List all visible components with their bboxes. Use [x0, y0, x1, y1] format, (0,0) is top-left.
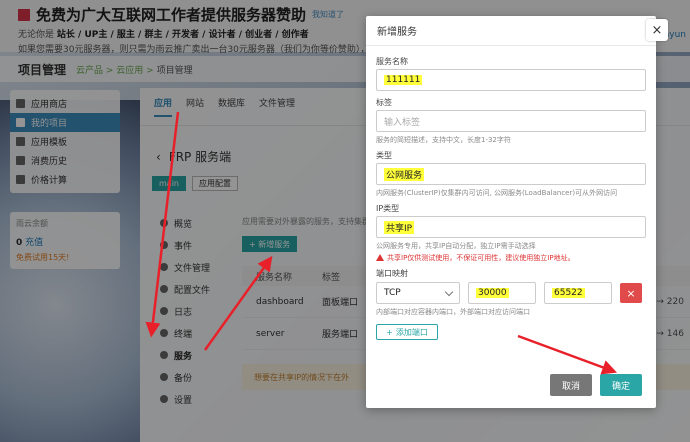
add-port-label: 添加端口: [395, 327, 428, 337]
ip-type-label: IP类型: [376, 204, 400, 213]
cancel-button[interactable]: 取消: [550, 374, 592, 396]
close-icon[interactable]: ×: [646, 19, 668, 41]
dialog-title: 新增服务: [366, 16, 656, 46]
port-mapping-label: 端口映射: [376, 269, 408, 278]
tag-help: 服务的简短描述，支持中文，长度1-32字符: [376, 136, 511, 144]
chevron-down-icon: [444, 287, 454, 296]
ip-type-select[interactable]: 共享IP: [376, 216, 646, 238]
external-port-value: 65522: [552, 288, 585, 298]
plus-icon: +: [386, 327, 393, 337]
tag-label: 标签: [376, 98, 392, 107]
dialog-body: 服务名称 111111 标签 输入标签 服务的简短描述，支持中文，长度1-32字…: [366, 46, 656, 340]
service-name-input[interactable]: 111111: [376, 69, 646, 91]
ip-type-help: 公网服务专用，共享IP自动分配，独立IP需手动选择: [376, 242, 536, 250]
type-help: 内网服务(ClusterIP)仅集群内可访问, 公网服务(LoadBalance…: [376, 189, 618, 197]
ip-type-warning-text: 共享IP仅供测试使用，不保证可用性，建议使用独立IP地址。: [387, 253, 575, 262]
protocol-value: TCP: [384, 288, 401, 298]
type-label: 类型: [376, 151, 392, 160]
port-mapping-row: TCP 30000 65522 ×: [376, 282, 646, 304]
service-name-value: 111111: [384, 75, 423, 85]
ip-type-warning: 共享IP仅供测试使用，不保证可用性，建议使用独立IP地址。: [376, 253, 646, 262]
type-select[interactable]: 公网服务: [376, 163, 646, 185]
warning-icon: [376, 254, 384, 261]
confirm-button[interactable]: 确定: [600, 374, 642, 396]
delete-port-button[interactable]: ×: [620, 283, 642, 303]
internal-port-value: 30000: [476, 288, 509, 298]
protocol-select[interactable]: TCP: [376, 282, 460, 304]
add-service-dialog: 新增服务 × 服务名称 111111 标签 输入标签 服务的简短描述，支持中文，…: [366, 16, 668, 408]
internal-port-input[interactable]: 30000: [468, 282, 536, 304]
type-value: 公网服务: [384, 167, 425, 181]
port-help: 内部端口对应容器内端口，外部端口对应访问端口: [376, 308, 530, 316]
external-port-input[interactable]: 65522: [544, 282, 612, 304]
service-name-label: 服务名称: [376, 57, 408, 66]
add-port-button[interactable]: + 添加端口: [376, 324, 438, 340]
tag-input[interactable]: 输入标签: [376, 110, 646, 132]
dialog-footer: 取消 确定: [366, 362, 656, 408]
ip-type-value: 共享IP: [384, 220, 415, 234]
